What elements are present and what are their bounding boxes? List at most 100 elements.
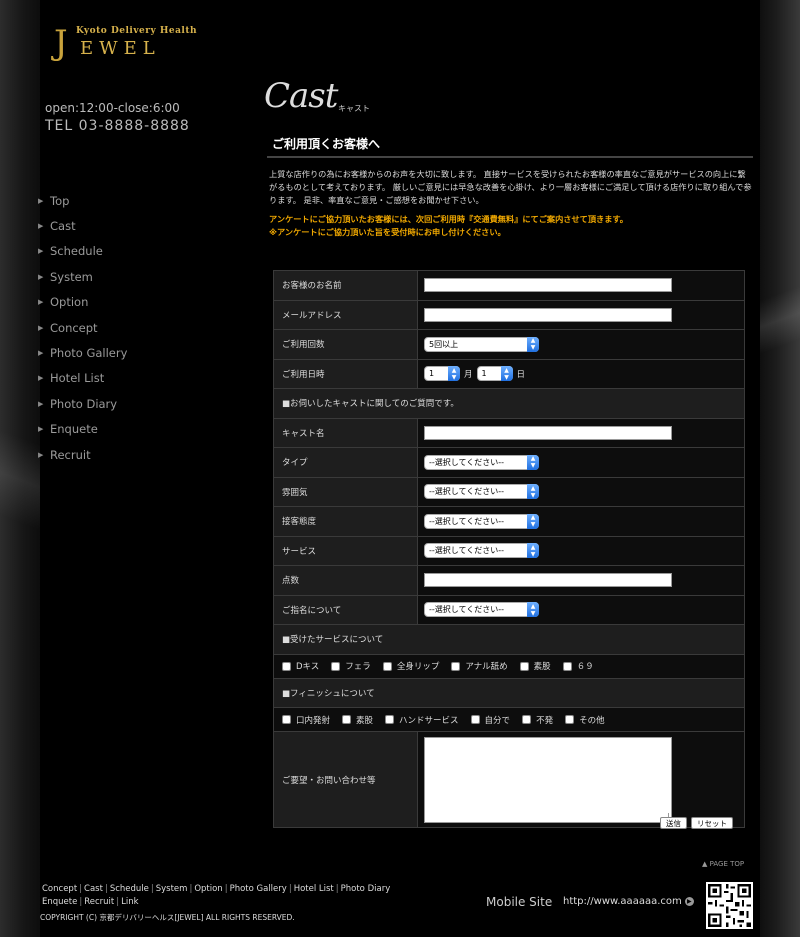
sidebar-item-top[interactable]: ▶ Top xyxy=(38,188,240,213)
service-checkbox[interactable] xyxy=(562,661,572,671)
reset-button[interactable]: リセット xyxy=(691,817,733,829)
footer-link-system[interactable]: System xyxy=(156,884,188,894)
footer-link-recruit[interactable]: Recruit xyxy=(84,897,114,907)
service-label: サービス xyxy=(274,536,418,565)
footer-link-hotel-list[interactable]: Hotel List xyxy=(294,884,334,894)
type-select[interactable]: --選択してください-- ▲ ▼ xyxy=(424,454,539,470)
nomination-label: ご指名について xyxy=(274,595,418,624)
logo[interactable]: J Kyoto Delivery Health EWEL xyxy=(54,22,214,64)
finish-checkbox[interactable] xyxy=(385,715,395,724)
form-row-request: ご要望・お問い合わせ等 xyxy=(274,732,744,827)
score-label: 点数 xyxy=(274,566,418,595)
footer-link-photo-gallery[interactable]: Photo Gallery xyxy=(230,884,287,894)
day-unit: 日 xyxy=(516,369,526,380)
name-input[interactable] xyxy=(424,278,672,293)
day-select[interactable]: 1 ▲ ▼ xyxy=(476,366,513,382)
form-row-name: お客様のお名前 xyxy=(274,271,744,301)
attitude-select-value: --選択してください-- xyxy=(429,516,505,526)
service-checkbox-label: Dキス xyxy=(296,662,320,672)
page-top-link[interactable]: ▲ PAGE TOP xyxy=(702,860,744,868)
triangle-right-icon: ▶ xyxy=(38,450,44,459)
form-row-services: Dキス フェラ 全身リップ アナル舐め 素股 ６９ xyxy=(274,654,744,679)
triangle-right-icon: ▶ xyxy=(38,298,44,307)
finish-checkbox[interactable] xyxy=(470,715,480,724)
footer-links: Concept | Cast | Schedule | System | Option | Phot… xyxy=(42,883,390,909)
mobile-site-label: Mobile Site xyxy=(486,895,553,909)
service-checkbox[interactable] xyxy=(382,661,392,671)
month-select[interactable]: 1 ▲ ▼ xyxy=(424,366,460,382)
triangle-right-icon: ▶ xyxy=(38,196,44,205)
service-select[interactable]: --選択してください-- ▲ ▼ xyxy=(424,543,539,559)
date-label: ご利用日時 xyxy=(274,359,418,388)
finish-checkbox[interactable] xyxy=(342,715,352,724)
finish-checkbox-label: ハンドサービス xyxy=(399,715,459,726)
services-checkboxes: Dキス フェラ 全身リップ アナル舐め 素股 ６９ xyxy=(274,654,744,678)
triangle-right-icon: ▶ xyxy=(38,323,44,332)
sidebar-item-label: System xyxy=(50,269,93,284)
form-row-visits: ご利用回数 5回以上 ▲ ▼ xyxy=(274,330,744,360)
email-input[interactable] xyxy=(424,307,672,322)
footer-link-concept[interactable]: Concept xyxy=(42,884,77,894)
updown-arrows-icon: ▲ ▼ xyxy=(527,454,539,470)
left-background xyxy=(0,0,40,937)
request-label: ご要望・お問い合わせ等 xyxy=(274,732,418,827)
sidebar-nav: ▶ Top ▶ Cast ▶ Schedule ▶ System ▶ Option ▶ Concept… xyxy=(38,188,240,467)
footer-link-link[interactable]: Link xyxy=(121,897,138,907)
sidebar-item-cast[interactable]: ▶ Cast xyxy=(38,213,240,238)
sidebar-item-label: Photo Diary xyxy=(50,396,118,411)
submit-button[interactable]: 送信 xyxy=(660,817,687,829)
page-title: Cast xyxy=(264,76,338,116)
footer-link-photo-diary[interactable]: Photo Diary xyxy=(341,884,391,894)
footer-link-cast[interactable]: Cast xyxy=(84,884,103,894)
service-checkbox[interactable] xyxy=(519,661,529,671)
sidebar-item-enquete[interactable]: ▶ Enquete xyxy=(38,417,240,442)
sidebar-item-photo-diary[interactable]: ▶ Photo Diary xyxy=(38,391,240,416)
service-checkbox[interactable] xyxy=(282,661,291,671)
form-row-date: ご利用日時 1 ▲ ▼ 月 1 ▲ ▼ 日 xyxy=(274,359,744,389)
sidebar-item-option[interactable]: ▶ Option xyxy=(38,290,240,315)
sidebar-item-schedule[interactable]: ▶ Schedule xyxy=(38,239,240,264)
score-input[interactable] xyxy=(424,573,672,588)
phone-number: TEL 03-8888-8888 xyxy=(45,118,190,134)
sidebar-item-photo-gallery[interactable]: ▶ Photo Gallery xyxy=(38,340,240,365)
triangle-right-icon: ▶ xyxy=(38,222,44,231)
form-row-service: サービス --選択してください-- ▲ ▼ xyxy=(274,536,744,566)
updown-arrows-icon: ▲ ▼ xyxy=(500,366,513,382)
finish-checkbox[interactable] xyxy=(282,715,291,724)
footer-separator: | xyxy=(104,884,108,894)
attitude-label: 接客態度 xyxy=(274,507,418,536)
footer-link-option[interactable]: Option xyxy=(194,884,222,894)
sidebar-item-recruit[interactable]: ▶ Recruit xyxy=(38,442,240,467)
triangle-right-icon: ▶ xyxy=(38,399,44,408)
footer-link-enquete[interactable]: Enquete xyxy=(42,897,77,907)
sidebar-item-hotel-list[interactable]: ▶ Hotel List xyxy=(38,366,240,391)
form-row-finish: 口内発射 素股 ハンドサービス 自分で 不発 その他 xyxy=(274,708,744,732)
services-section-heading: ■受けたサービスについて xyxy=(274,625,744,654)
finish-checkbox[interactable] xyxy=(565,715,575,724)
mobile-site-link[interactable]: http://www.aaaaaa.com ▶ xyxy=(563,896,694,907)
updown-arrows-icon: ▲ ▼ xyxy=(448,366,460,382)
mood-select[interactable]: --選択してください-- ▲ ▼ xyxy=(424,484,539,500)
sidebar-item-label: Top xyxy=(50,193,70,208)
footer-separator: | xyxy=(224,884,228,894)
visits-select-value: 5回以上 xyxy=(429,339,459,349)
mood-label: 雰囲気 xyxy=(274,477,418,506)
attitude-select[interactable]: --選択してください-- ▲ ▼ xyxy=(424,513,539,529)
cast-name-input[interactable] xyxy=(424,425,672,440)
visits-select[interactable]: 5回以上 ▲ ▼ xyxy=(424,336,539,352)
form-row-type: タイプ --選択してください-- ▲ ▼ xyxy=(274,448,744,478)
sidebar-item-label: Recruit xyxy=(50,447,91,462)
service-checkbox[interactable] xyxy=(451,661,461,671)
nomination-select[interactable]: --選択してください-- ▲ ▼ xyxy=(424,602,539,618)
request-textarea[interactable] xyxy=(424,736,672,823)
service-checkbox[interactable] xyxy=(331,661,341,671)
footer-separator: | xyxy=(335,884,339,894)
business-hours: open:12:00-close:6:00 xyxy=(45,101,180,115)
sidebar-item-system[interactable]: ▶ System xyxy=(38,264,240,289)
finish-checkbox-label: 口内発射 xyxy=(296,715,331,726)
finish-checkbox[interactable] xyxy=(522,715,532,724)
sidebar-item-concept[interactable]: ▶ Concept xyxy=(38,315,240,340)
logo-subtitle: Kyoto Delivery Health xyxy=(76,26,198,36)
footer-separator: | xyxy=(116,897,120,907)
footer-link-schedule[interactable]: Schedule xyxy=(110,884,149,894)
